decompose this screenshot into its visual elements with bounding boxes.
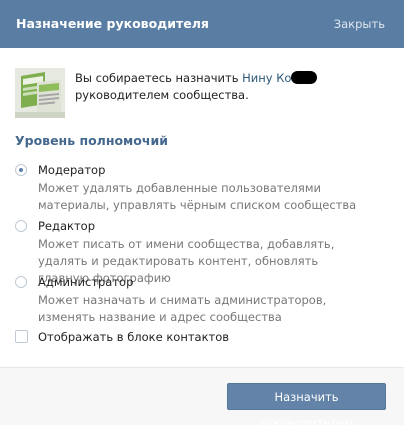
- option-administrator[interactable]: Администратор Может назначать и снимать …: [15, 274, 395, 324]
- assign-manager-button[interactable]: Назначить руководителем: [227, 383, 386, 430]
- dialog-footer: Назначить руководителем: [0, 367, 404, 430]
- dialog-title: Назначение руководителя: [16, 16, 209, 31]
- moderator-label[interactable]: Модератор: [38, 163, 105, 177]
- administrator-label[interactable]: Администратор: [38, 275, 133, 289]
- show-in-contacts-label[interactable]: Отображать в блоке контактов: [38, 330, 229, 344]
- user-link[interactable]: Нину Ко: [242, 71, 291, 85]
- moderator-radio[interactable]: [15, 164, 27, 176]
- option-moderator[interactable]: Модератор Может удалять добавленные поль…: [15, 162, 395, 212]
- close-link[interactable]: Закрыть: [334, 17, 385, 31]
- dialog-header: Назначение руководителя Закрыть: [0, 0, 404, 48]
- show-in-contacts-checkbox[interactable]: [15, 330, 28, 343]
- administrator-radio[interactable]: [15, 276, 27, 288]
- administrator-description: Может назначать и снимать администраторо…: [38, 293, 327, 324]
- intro-text-before: Вы собираетесь назначить: [75, 71, 243, 85]
- intro-block: Вы собираетесь назначить Нину Ко руководи…: [15, 68, 395, 120]
- permissions-title: Уровень полномочий: [15, 133, 168, 148]
- intro-text-after: руководителем сообщества.: [75, 88, 249, 102]
- editor-label[interactable]: Редактор: [38, 219, 95, 233]
- intro-message: Вы собираетесь назначить Нину Ко руководи…: [75, 70, 385, 104]
- editor-radio[interactable]: [15, 220, 27, 232]
- community-avatar: [15, 68, 65, 118]
- redaction-mark: [291, 71, 318, 84]
- community-avatar-image: [15, 68, 65, 118]
- option-editor[interactable]: Редактор Может писать от имени сообществ…: [15, 218, 395, 285]
- assign-manager-dialog: Назначение руководителя Закрыть Вы собир…: [0, 0, 404, 430]
- moderator-description: Может удалять добавленные пользователями…: [38, 181, 357, 212]
